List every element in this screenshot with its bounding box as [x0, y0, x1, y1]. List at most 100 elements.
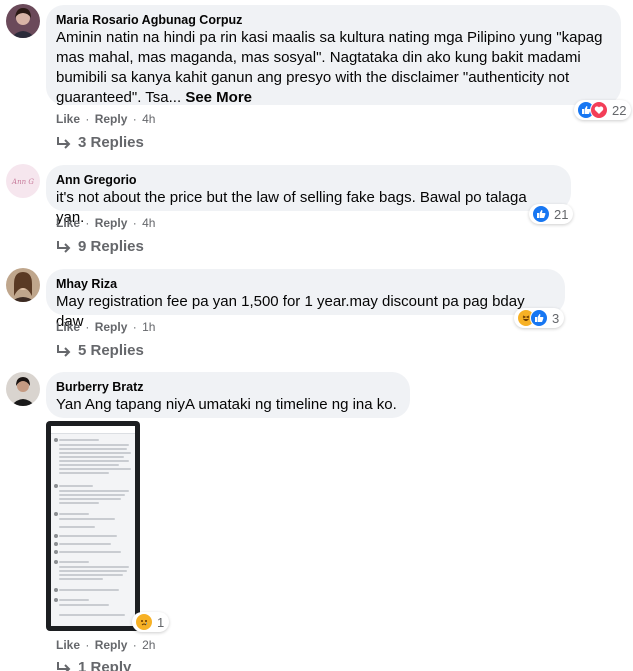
reaction-count: 21 [554, 206, 569, 222]
mini-text-line [59, 570, 127, 572]
mini-text-line [59, 574, 123, 576]
comment-actions: Like · Reply · 2h [56, 638, 155, 652]
reply-button[interactable]: Reply [95, 216, 128, 230]
separator: · [132, 216, 137, 230]
separator: · [85, 638, 90, 652]
comment-author[interactable]: Burberry Bratz [56, 379, 398, 395]
reply-button[interactable]: Reply [95, 112, 128, 126]
sad-icon [135, 613, 153, 631]
comment-bubble: Burberry Bratz Yan Ang tapang niyA umata… [46, 372, 410, 418]
comment-text: Yan Ang tapang niyA umataki ng timeline … [56, 396, 397, 413]
replies-count: 5 Replies [78, 342, 144, 359]
view-replies-button[interactable]: 9 Replies [56, 238, 144, 255]
mini-text-line [59, 513, 89, 515]
comment-bubble: Maria Rosario Agbunag Corpuz Aminin nati… [46, 5, 621, 106]
mini-text-line [59, 578, 103, 580]
view-replies-button[interactable]: 3 Replies [56, 134, 144, 151]
reaction-summary[interactable]: 22 [574, 100, 632, 120]
mini-avatar [54, 588, 58, 592]
view-replies-button[interactable]: 5 Replies [56, 342, 144, 359]
separator: · [85, 320, 90, 334]
comment-actions: Like · Reply · 4h [56, 112, 155, 126]
mini-text-line [59, 518, 115, 520]
reply-arrow-icon [57, 136, 71, 149]
mini-text-line [59, 526, 95, 528]
mini-text-line [59, 490, 129, 492]
comment-time[interactable]: 4h [142, 112, 155, 126]
mini-text-line [59, 456, 124, 458]
reply-button[interactable]: Reply [95, 638, 128, 652]
reaction-summary[interactable]: 1 [132, 612, 170, 632]
comment-time[interactable]: 1h [142, 320, 155, 334]
comment-text: Aminin natin na hindi pa rin kasi maalis… [56, 29, 603, 106]
replies-count: 1 Reply [78, 659, 132, 671]
mini-avatar [54, 534, 58, 538]
separator: · [85, 216, 90, 230]
mini-text-line [59, 543, 111, 545]
reply-arrow-icon [57, 344, 71, 357]
mini-text-line [59, 468, 131, 470]
mini-text-line [59, 502, 99, 504]
separator: · [132, 112, 137, 126]
separator: · [85, 112, 90, 126]
mini-text-line [59, 444, 129, 446]
mini-text-line [59, 464, 119, 466]
avatar[interactable] [6, 4, 40, 38]
comment-author[interactable]: Ann Gregorio [56, 172, 559, 188]
like-button[interactable]: Like [56, 112, 80, 126]
comment-bubble: Mhay Riza May registration fee pa yan 1,… [46, 269, 565, 330]
comment-bubble: Ann Gregorio it's not about the price bu… [46, 165, 571, 226]
like-button[interactable]: Like [56, 320, 80, 334]
mini-avatar [54, 550, 58, 554]
mini-avatar [54, 560, 58, 564]
mini-avatar [54, 598, 58, 602]
avatar[interactable]: Ann G [6, 164, 40, 198]
mini-text-line [59, 589, 119, 591]
replies-count: 3 Replies [78, 134, 144, 151]
avatar[interactable] [6, 372, 40, 406]
reaction-count: 1 [157, 614, 165, 630]
mini-text-line [59, 599, 89, 601]
reaction-summary[interactable]: 3 [514, 308, 565, 328]
mini-avatar [54, 484, 58, 488]
view-replies-button[interactable]: 1 Reply [56, 659, 131, 671]
reply-arrow-icon [57, 661, 71, 671]
comment-actions: Like · Reply · 1h [56, 320, 155, 334]
comment-author[interactable]: Maria Rosario Agbunag Corpuz [56, 12, 609, 28]
like-icon [530, 309, 548, 327]
separator: · [132, 320, 137, 334]
mini-avatar [54, 512, 58, 516]
mini-text-line [59, 535, 117, 537]
screenshot-content [51, 426, 135, 626]
mini-text-line [59, 498, 121, 500]
like-icon [532, 205, 550, 223]
reaction-count: 3 [552, 310, 560, 326]
mini-text-line [59, 460, 129, 462]
mini-text-line [59, 551, 121, 553]
avatar[interactable] [6, 268, 40, 302]
svg-text:Ann G: Ann G [11, 178, 34, 186]
reaction-summary[interactable]: 21 [529, 204, 574, 224]
like-button[interactable]: Like [56, 638, 80, 652]
mini-text-line [59, 485, 93, 487]
mini-text-line [59, 604, 109, 606]
attached-screenshot-image[interactable] [46, 421, 140, 631]
like-button[interactable]: Like [56, 216, 80, 230]
mini-text-line [59, 614, 125, 616]
replies-count: 9 Replies [78, 238, 144, 255]
see-more-link[interactable]: See More [185, 89, 252, 106]
mini-text-line [59, 448, 127, 450]
comment-actions: Like · Reply · 4h [56, 216, 155, 230]
comment-author[interactable]: Mhay Riza [56, 276, 553, 292]
reply-button[interactable]: Reply [95, 320, 128, 334]
comment-time[interactable]: 4h [142, 216, 155, 230]
separator: · [132, 638, 137, 652]
reaction-count: 22 [612, 102, 627, 118]
mini-text-line [59, 494, 125, 496]
screenshot-header [51, 426, 135, 434]
mini-avatar [54, 438, 58, 442]
comment-time[interactable]: 2h [142, 638, 155, 652]
reply-arrow-icon [57, 240, 71, 253]
mini-text-line [59, 439, 99, 441]
love-icon [590, 101, 608, 119]
